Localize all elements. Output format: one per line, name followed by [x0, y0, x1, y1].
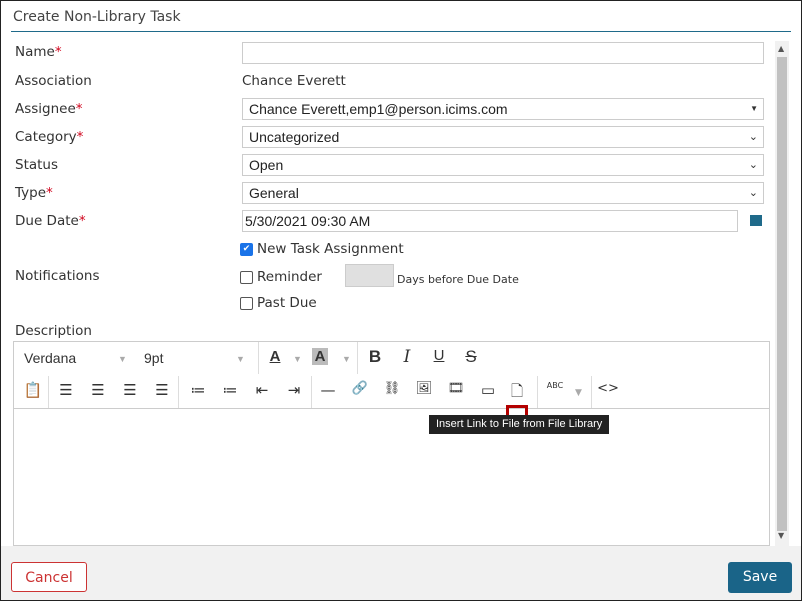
toolbar-row-1: Verdana ▼ 9pt ▼ A ▼ A ▼ B I U S	[14, 342, 769, 374]
tooltip: Insert Link to File from File Library	[429, 415, 610, 434]
association-value: Chance Everett	[242, 73, 346, 89]
html-source-icon[interactable]: <>	[597, 381, 619, 396]
reminder-days-input[interactable]	[345, 264, 394, 287]
create-task-dialog: Create Non-Library Task Name* Associatio…	[0, 0, 802, 601]
font-family-select[interactable]: Verdana	[24, 350, 76, 366]
link-icon[interactable]: 🔗	[349, 381, 371, 396]
due-date-input[interactable]: 5/30/2021 09:30 AM	[242, 210, 738, 232]
reminder-checkbox[interactable]: Reminder	[240, 269, 322, 285]
align-right-icon[interactable]: ☰	[119, 381, 141, 399]
scroll-thumb[interactable]	[777, 57, 787, 531]
calendar-icon[interactable]	[750, 215, 762, 226]
title-divider	[11, 31, 791, 32]
unlink-icon[interactable]: ⛓	[381, 381, 403, 396]
category-label: Category*	[15, 129, 84, 145]
font-size-select[interactable]: 9pt	[144, 350, 163, 366]
text-color-icon[interactable]: A	[264, 348, 286, 365]
assignee-select[interactable]: Chance Everett,emp1@person.icims.com ▼	[242, 98, 764, 120]
spellcheck-caret-icon[interactable]: ▼	[575, 388, 582, 398]
ordered-list-icon[interactable]: ≔	[187, 381, 209, 399]
text-color-caret-icon[interactable]: ▼	[293, 354, 302, 364]
toolbar-row-2: 📋 ☰ ☰ ☰ ☰ ≔ ≔ ⇤ ⇥ — 🔗 ⛓ 🖼 🎞 ▭ 🗋 ABC ▼ <>	[14, 376, 769, 429]
past-due-checkbox[interactable]: Past Due	[240, 295, 317, 311]
unordered-list-icon[interactable]: ≔	[219, 381, 241, 399]
status-select[interactable]: Open ⌄	[242, 154, 764, 176]
notifications-label: Notifications	[15, 268, 100, 284]
rich-text-editor: Verdana ▼ 9pt ▼ A ▼ A ▼ B I U S 📋 ☰ ☰ ☰ …	[13, 341, 770, 546]
description-label: Description	[15, 323, 92, 339]
name-input[interactable]	[242, 42, 764, 64]
horizontal-rule-icon[interactable]: —	[317, 381, 339, 399]
outdent-icon[interactable]: ⇤	[251, 381, 273, 399]
insert-media-icon[interactable]: 🎞	[445, 381, 467, 396]
name-label: Name*	[15, 44, 62, 60]
italic-icon[interactable]: I	[396, 347, 418, 367]
highlight-caret-icon[interactable]: ▼	[342, 354, 351, 364]
days-before-label: Days before Due Date	[397, 273, 519, 286]
category-select[interactable]: Uncategorized ⌄	[242, 126, 764, 148]
scroll-down-icon[interactable]: ▼	[778, 531, 784, 540]
align-center-icon[interactable]: ☰	[87, 381, 109, 399]
status-label: Status	[15, 157, 59, 173]
size-caret-icon: ▼	[236, 354, 245, 364]
file-library-icon[interactable]: 🗋	[506, 381, 528, 406]
strikethrough-icon[interactable]: S	[460, 347, 482, 367]
check-icon: ✔	[240, 242, 253, 256]
image-library-icon[interactable]: ▭	[477, 381, 499, 399]
font-caret-icon: ▼	[118, 354, 127, 364]
underline-icon[interactable]: U	[428, 347, 450, 364]
due-date-label: Due Date*	[15, 213, 86, 229]
scroll-up-icon[interactable]: ▲	[778, 44, 784, 53]
chevron-down-icon: ⌄	[748, 131, 758, 143]
dialog-footer: Cancel Save	[1, 546, 801, 600]
type-select[interactable]: General ⌄	[242, 182, 764, 204]
assignee-label: Assignee*	[15, 101, 83, 117]
indent-icon[interactable]: ⇥	[283, 381, 305, 399]
justify-icon[interactable]: ☰	[151, 381, 173, 399]
insert-image-icon[interactable]: 🖼	[413, 381, 435, 396]
chevron-down-icon: ⌄	[748, 159, 758, 171]
new-task-assignment-checkbox[interactable]: ✔ New Task Assignment	[240, 241, 404, 257]
association-label: Association	[15, 73, 92, 89]
save-button[interactable]: Save	[728, 562, 792, 593]
dialog-title: Create Non-Library Task	[13, 9, 181, 25]
vertical-scrollbar[interactable]: ▲ ▼	[775, 41, 789, 546]
spellcheck-icon[interactable]: ABC	[544, 381, 566, 390]
align-left-icon[interactable]: ☰	[55, 381, 77, 399]
dropdown-caret-icon: ▼	[750, 104, 758, 113]
type-label: Type*	[15, 185, 53, 201]
editor-content-area[interactable]	[14, 410, 769, 545]
highlight-color-icon[interactable]: A	[312, 348, 328, 365]
cancel-button[interactable]: Cancel	[11, 562, 87, 592]
chevron-down-icon: ⌄	[748, 187, 758, 199]
paste-text-icon[interactable]: 📋	[22, 381, 44, 399]
bold-icon[interactable]: B	[364, 347, 386, 367]
